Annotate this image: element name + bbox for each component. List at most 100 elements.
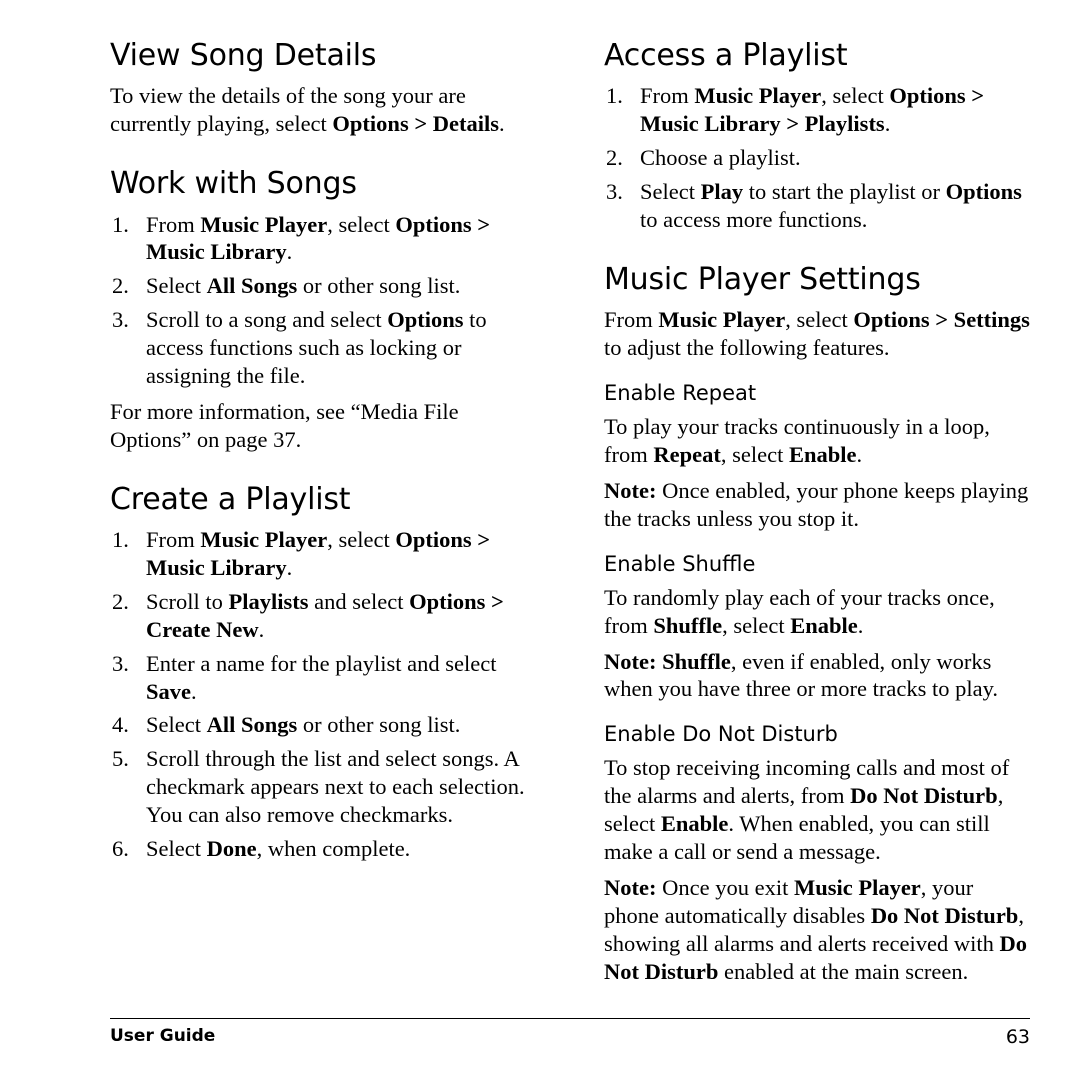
text-run: Choose a playlist. <box>640 145 801 171</box>
heading-view-song-details: View Song Details <box>110 38 377 73</box>
text-bold: Shuffle <box>653 612 723 638</box>
text-run: . <box>286 554 293 580</box>
text-bold: Note: Shuffle <box>604 648 731 674</box>
heading-work-with-songs: Work with Songs <box>110 166 357 202</box>
paragraph-enable-do-not-disturb: To stop receiving incoming calls and mos… <box>604 754 1030 866</box>
list-item: Scroll to Playlists and select Options >… <box>110 588 536 644</box>
list-item: From Music Player, select Options > Musi… <box>110 211 536 267</box>
text-bold: Music Player <box>200 527 328 553</box>
note-enable-repeat: Note: Once enabled, your phone keeps pla… <box>604 477 1030 533</box>
text-bold: Note: <box>604 874 657 900</box>
text-bold: Music Player <box>793 874 921 900</box>
heading-enable-shuffle: Enable Shuffle <box>604 551 756 576</box>
paragraph-settings-intro: From Music Player, select Options > Sett… <box>604 306 1030 362</box>
heading-enable-repeat: Enable Repeat <box>604 381 757 406</box>
text-bold: Do Not Disturb <box>850 783 998 809</box>
text-bold: Options <box>945 179 1022 205</box>
text-bold: Enable <box>790 612 858 638</box>
text-run: , select <box>327 527 396 553</box>
text-run: . <box>258 616 265 642</box>
text-run: . <box>286 239 293 265</box>
list-item: Select All Songs or other song list. <box>110 711 536 739</box>
heading-music-player-settings: Music Player Settings <box>604 261 921 297</box>
right-column: Access a Playlist From Music Player, sel… <box>604 38 1030 994</box>
text-bold: Options > Details <box>332 111 500 137</box>
footer-label: User Guide <box>110 1026 216 1046</box>
text-bold: Play <box>700 179 744 205</box>
text-run: , select <box>821 83 890 109</box>
text-run: Once enabled, your phone keeps playing t… <box>604 477 1029 531</box>
text-run: , select <box>785 307 854 333</box>
heading-create-a-playlist: Create a Playlist <box>110 481 351 517</box>
paragraph-enable-shuffle: To randomly play each of your tracks onc… <box>604 584 1030 640</box>
list-item: Select All Songs or other song list. <box>110 272 536 300</box>
list-item: Select Play to start the playlist or Opt… <box>604 178 1030 234</box>
list-item: From Music Player, select Options > Musi… <box>110 526 536 582</box>
list-work-with-songs: From Music Player, select Options > Musi… <box>110 211 536 390</box>
page-footer: User Guide 63 <box>110 1026 1030 1048</box>
text-run: From <box>604 307 659 333</box>
note-enable-shuffle: Note: Shuffle, even if enabled, only wor… <box>604 648 1030 704</box>
text-run: , when complete. <box>256 835 411 861</box>
text-run: or other song list. <box>297 712 461 738</box>
text-run: . <box>857 612 864 638</box>
paragraph-more-information: For more information, see “Media File Op… <box>110 398 459 452</box>
text-run: From <box>146 527 201 553</box>
text-run: Enter a name for the playlist and select <box>146 650 497 676</box>
text-run: . <box>856 442 863 467</box>
text-run: and select <box>308 588 410 614</box>
text-run: , select <box>720 442 789 467</box>
text-bold: Done <box>206 835 257 861</box>
list-item: Scroll to a song and select Options to a… <box>110 306 536 390</box>
text-bold: Options > Settings <box>853 307 1030 333</box>
text-bold: Music Player <box>658 307 786 333</box>
text-run: enabled at the main screen. <box>718 958 969 984</box>
text-run: Scroll to a song and select <box>146 307 388 333</box>
text-run: , select <box>722 612 791 638</box>
text-bold: Music Player <box>694 83 822 109</box>
note-do-not-disturb: Note: Once you exit Music Player, your p… <box>604 874 1030 986</box>
text-run: Once you exit <box>656 874 794 900</box>
text-run: Scroll through the list and select songs… <box>146 746 525 828</box>
text-bold: Do Not Disturb <box>870 902 1019 928</box>
text-run: to access more functions. <box>640 206 868 232</box>
text-run: Select <box>146 712 207 738</box>
text-run: From <box>640 83 695 109</box>
text-run: or other song list. <box>297 273 461 299</box>
text-run: Select <box>146 273 207 299</box>
text-bold: Options <box>387 307 464 333</box>
text-run: , select <box>327 211 396 237</box>
list-item: From Music Player, select Options > Musi… <box>604 82 1030 138</box>
page-columns: View Song Details To view the details of… <box>110 38 1030 994</box>
paragraph-enable-repeat: To play your tracks continuously in a lo… <box>604 413 1030 469</box>
text-bold: Music Player <box>200 211 328 237</box>
text-bold: Playlists <box>228 588 309 614</box>
text-run: . <box>884 111 891 137</box>
text-bold: Enable <box>788 442 857 467</box>
list-access-a-playlist: From Music Player, select Options > Musi… <box>604 82 1030 233</box>
list-item: Select Done, when complete. <box>110 835 536 863</box>
list-item: Scroll through the list and select songs… <box>110 745 536 829</box>
text-bold: Save <box>146 678 191 704</box>
text-run: Select <box>146 835 207 861</box>
text-bold: Repeat <box>653 442 721 467</box>
list-item: Enter a name for the playlist and select… <box>110 650 536 706</box>
heading-access-a-playlist: Access a Playlist <box>604 38 848 73</box>
list-item: Choose a playlist. <box>604 144 1030 172</box>
document-page: View Song Details To view the details of… <box>0 0 1080 1080</box>
text-run: to adjust the following features. <box>604 335 890 361</box>
text-run: to start the playlist or <box>743 179 946 205</box>
text-bold: Note: <box>604 477 657 503</box>
text-run: From <box>146 211 201 237</box>
text-run: Select <box>640 179 701 205</box>
text-bold: All Songs <box>206 712 298 738</box>
text-run: . <box>191 678 197 704</box>
text-bold: Enable <box>660 811 729 837</box>
text-run: . <box>499 111 505 137</box>
text-bold: All Songs <box>206 273 298 299</box>
text-run: Scroll to <box>146 588 229 614</box>
footer-divider <box>110 1018 1030 1019</box>
list-create-a-playlist: From Music Player, select Options > Musi… <box>110 526 536 863</box>
paragraph-view-song-details: To view the details of the song your are… <box>110 82 536 138</box>
left-column: View Song Details To view the details of… <box>110 38 536 994</box>
